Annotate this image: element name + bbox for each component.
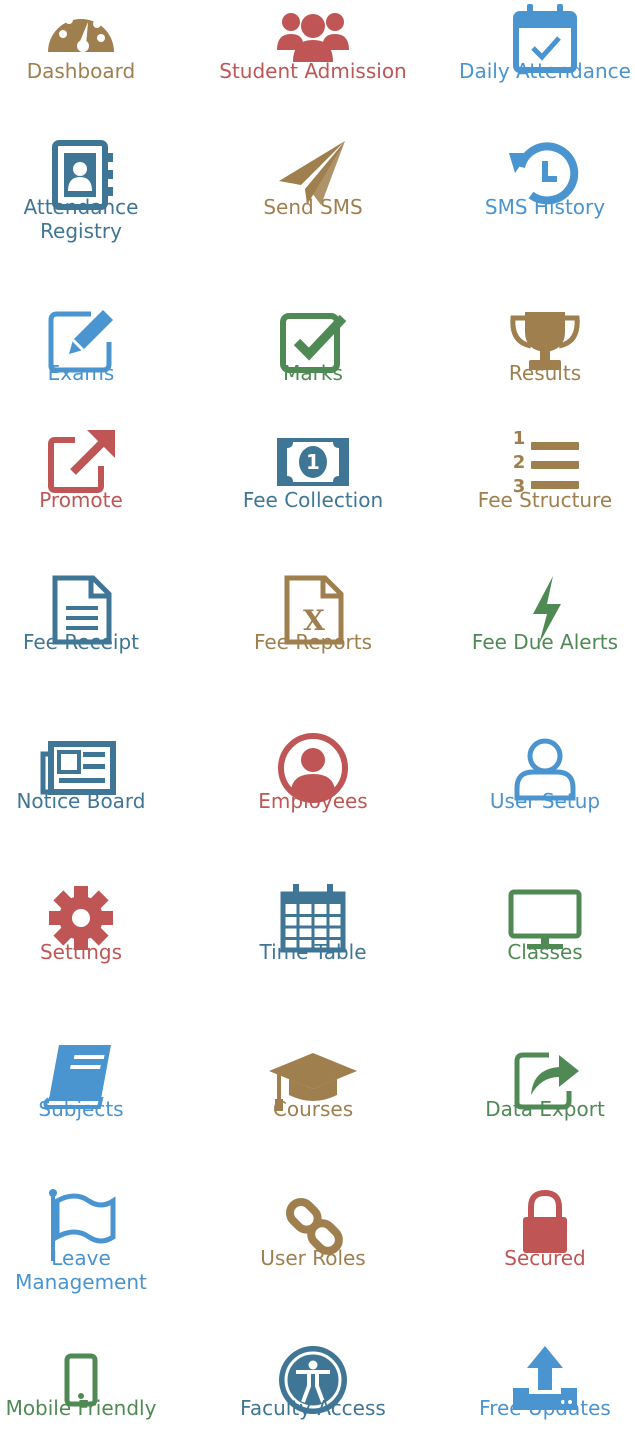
feature-label: Data Export bbox=[485, 1097, 605, 1121]
svg-text:1: 1 bbox=[513, 428, 526, 449]
feature-label: Leave Management bbox=[15, 1246, 147, 1294]
feature-label: Classes bbox=[507, 940, 583, 964]
feature-label: Mobile Friendly bbox=[5, 1396, 157, 1420]
feature-label: Results bbox=[508, 361, 582, 385]
svg-text:1: 1 bbox=[306, 450, 320, 474]
feature-label: Courses bbox=[272, 1097, 354, 1121]
feature-label: Promote bbox=[39, 488, 123, 512]
feature-label: SMS History bbox=[484, 195, 606, 219]
feature-label: Marks bbox=[283, 361, 343, 385]
feature-label: Fee Structure bbox=[477, 488, 613, 512]
feature-label: Employees bbox=[258, 789, 368, 813]
feature-label: Free Updates bbox=[479, 1396, 611, 1420]
feature-label: Attendance Registry bbox=[23, 195, 139, 243]
feature-label: Exams bbox=[47, 361, 115, 385]
svg-text:2: 2 bbox=[513, 452, 526, 473]
feature-label: Subjects bbox=[38, 1097, 124, 1121]
feature-label: Notice Board bbox=[16, 789, 146, 813]
feature-label: Faculty Access bbox=[240, 1396, 386, 1420]
feature-label: Fee Due Alerts bbox=[471, 630, 619, 654]
feature-label: Time Table bbox=[259, 940, 367, 964]
feature-grid-page: { "colors": { "gold": "#a07f4f", "red": … bbox=[0, 0, 635, 1433]
feature-label: Fee Receipt bbox=[22, 630, 140, 654]
feature-label: Dashboard bbox=[26, 59, 136, 83]
feature-label: Daily Attendance bbox=[459, 59, 631, 83]
feature-label: Settings bbox=[39, 940, 123, 964]
feature-label: Fee Collection bbox=[242, 488, 384, 512]
feature-label: Secured bbox=[504, 1246, 586, 1270]
feature-label: Fee Reports bbox=[253, 630, 373, 654]
feature-label: User Roles bbox=[260, 1246, 366, 1270]
feature-label: Student Admission bbox=[219, 59, 407, 83]
feature-label: User Setup bbox=[489, 789, 601, 813]
feature-label: Send SMS bbox=[263, 195, 363, 219]
